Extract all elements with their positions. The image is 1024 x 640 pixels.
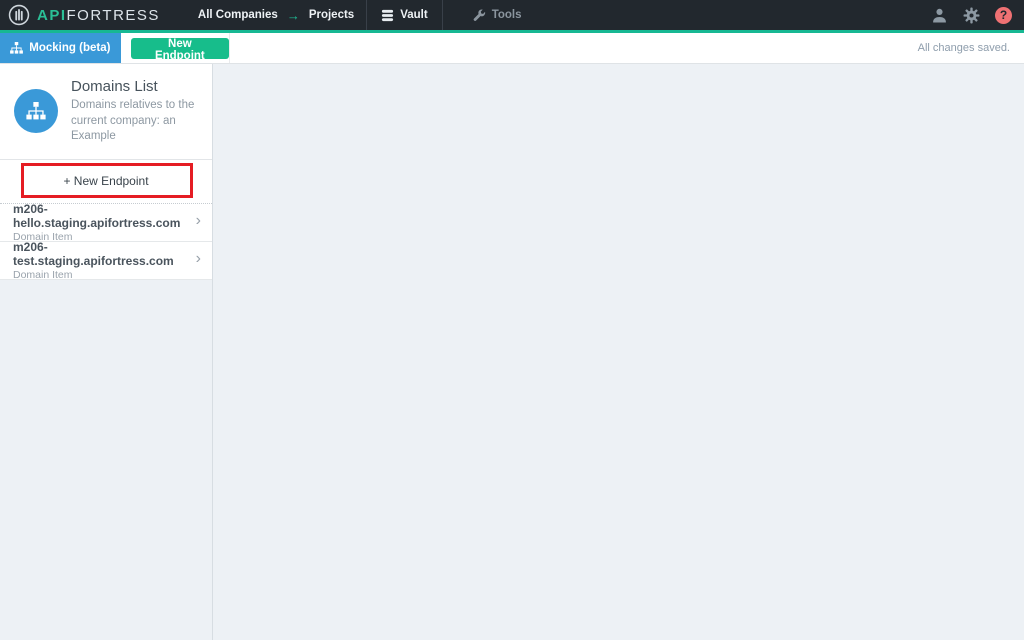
logo-text: APIFORTRESS (37, 7, 160, 24)
logo-fortress: FORTRESS (67, 7, 160, 24)
gear-icon[interactable] (963, 7, 980, 24)
nav-vault-label: Vault (400, 9, 427, 21)
sidebar-subtitle: Domains relatives to the current company… (71, 98, 200, 145)
domains-icon-circle (14, 89, 58, 133)
breadcrumb-arrow-icon: → (287, 8, 300, 23)
logo-api: API (37, 7, 67, 24)
save-status: All changes saved. (918, 42, 1024, 54)
domain-item-title: m206-test.staging.apifortress.com (13, 240, 196, 268)
sidebar-new-endpoint-label: + New Endpoint (63, 174, 148, 188)
content: Domains List Domains relatives to the cu… (0, 64, 1024, 640)
toolbar: Mocking (beta) New Endpoint All changes … (0, 33, 1024, 64)
sidebar-new-endpoint-button[interactable]: + New Endpoint (0, 160, 212, 204)
sitemap-icon (26, 102, 46, 120)
domain-item-m206-test[interactable]: m206-test.staging.apifortress.com Domain… (0, 242, 212, 280)
tab-mocking-beta[interactable]: Mocking (beta) (0, 33, 121, 63)
apifortress-logo-icon (8, 4, 30, 26)
domains-list-header: Domains List Domains relatives to the cu… (0, 64, 212, 160)
app-root: APIFORTRESS All Companies → Projects Vau… (0, 0, 1024, 640)
chevron-right-icon: › (196, 213, 201, 231)
sitemap-icon (10, 42, 23, 54)
main-empty-area (213, 64, 1024, 640)
new-endpoint-button[interactable]: New Endpoint (131, 38, 229, 59)
database-icon (381, 9, 394, 22)
domains-list-header-text: Domains List Domains relatives to the cu… (71, 78, 200, 145)
nav-tools[interactable]: Tools (442, 0, 552, 30)
domain-item-title: m206-hello.staging.apifortress.com (13, 202, 196, 230)
breadcrumb: All Companies → Projects (186, 0, 366, 30)
nav-tools-label: Tools (492, 9, 522, 21)
domain-item-m206-hello[interactable]: m206-hello.staging.apifortress.com Domai… (0, 204, 212, 242)
user-icon[interactable] (931, 7, 948, 24)
nav-all-companies[interactable]: All Companies (198, 9, 278, 21)
domain-item-text: m206-test.staging.apifortress.com Domain… (13, 240, 196, 281)
nav-projects[interactable]: Projects (309, 9, 354, 21)
topbar-actions: ? (931, 7, 1024, 24)
wrench-icon (473, 9, 486, 22)
toolbar-left: Mocking (beta) New Endpoint (0, 33, 230, 63)
sidebar: Domains List Domains relatives to the cu… (0, 64, 213, 640)
topbar: APIFORTRESS All Companies → Projects Vau… (0, 0, 1024, 30)
tab-mocking-label: Mocking (beta) (29, 42, 110, 54)
help-icon[interactable]: ? (995, 7, 1012, 24)
sidebar-title: Domains List (71, 78, 200, 95)
domain-item-subtitle: Domain Item (13, 269, 196, 281)
nav-vault[interactable]: Vault (366, 0, 441, 30)
logo[interactable]: APIFORTRESS (8, 4, 160, 26)
chevron-right-icon: › (196, 251, 201, 269)
domain-item-text: m206-hello.staging.apifortress.com Domai… (13, 202, 196, 243)
top-navigation: All Companies → Projects Vault Tools (186, 0, 552, 30)
